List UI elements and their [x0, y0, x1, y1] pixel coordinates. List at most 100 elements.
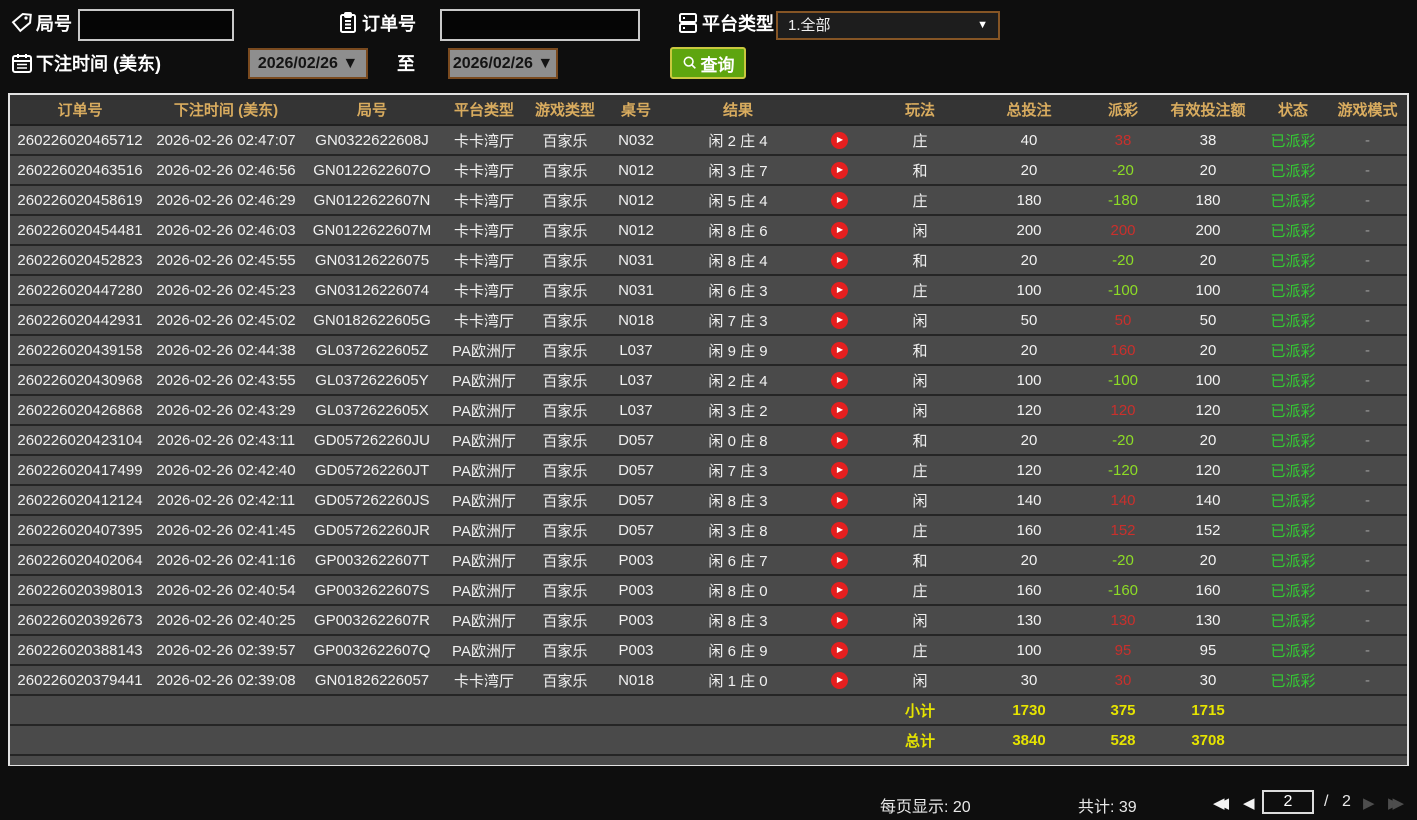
cell-status: 已派彩	[1258, 305, 1328, 336]
subtotal-valid-bet: 1715	[1158, 695, 1258, 726]
cell-status: 已派彩	[1258, 575, 1328, 606]
cell-game-mode: -	[1328, 365, 1407, 396]
page-total: 2	[1342, 793, 1351, 810]
play-icon[interactable]: ▶	[830, 521, 848, 539]
cell-play-type: 庄	[870, 125, 970, 156]
cell-play-type: 和	[870, 425, 970, 456]
col-platform: 平台类型	[442, 95, 526, 126]
col-replay	[808, 95, 870, 126]
next-page-button[interactable]: ▶	[1363, 794, 1375, 812]
cell-order-no: 260226020458619	[10, 185, 150, 216]
cell-platform: PA欧洲厅	[442, 635, 526, 666]
cell-payout: -20	[1088, 155, 1158, 186]
cell-payout: -100	[1088, 275, 1158, 306]
table-header-row: 订单号 下注时间 (美东) 局号 平台类型 游戏类型 桌号 结果 玩法 总投注 …	[10, 95, 1407, 126]
cell-game-type: 百家乐	[526, 665, 604, 696]
cell-play-type: 和	[870, 245, 970, 276]
col-game-type: 游戏类型	[526, 95, 604, 126]
cell-platform: 卡卡湾厅	[442, 185, 526, 216]
page-separator: /	[1324, 793, 1329, 810]
play-icon[interactable]: ▶	[830, 251, 848, 269]
order-no-input[interactable]	[440, 9, 640, 41]
play-icon[interactable]: ▶	[830, 341, 848, 359]
play-icon[interactable]: ▶	[830, 131, 848, 149]
cell-total-bet: 20	[970, 335, 1088, 366]
cell-platform: PA欧洲厅	[442, 575, 526, 606]
play-icon[interactable]: ▶	[830, 611, 848, 629]
cell-payout: 95	[1088, 635, 1158, 666]
platform-select[interactable]: 1.全部 ▼	[776, 11, 1000, 40]
cell-replay: ▶	[808, 575, 870, 606]
table-row: 260226020452823 2026-02-26 02:45:55 GN0312…	[10, 245, 1407, 276]
table-row: 260226020417499 2026-02-26 02:42:40 GD0572…	[10, 455, 1407, 486]
cell-game-type: 百家乐	[526, 635, 604, 666]
play-icon[interactable]: ▶	[830, 281, 848, 299]
play-icon[interactable]: ▶	[830, 371, 848, 389]
table-row: 260226020454481 2026-02-26 02:46:03 GN0122…	[10, 215, 1407, 246]
col-status: 状态	[1258, 95, 1328, 126]
cell-platform: PA欧洲厅	[442, 395, 526, 426]
play-icon[interactable]: ▶	[830, 461, 848, 479]
cell-play-type: 庄	[870, 275, 970, 306]
cell-total-bet: 120	[970, 395, 1088, 426]
query-button[interactable]: 查询	[670, 47, 746, 79]
cell-result: 闲 3 庄 8	[668, 515, 808, 546]
play-icon[interactable]: ▶	[830, 581, 848, 599]
first-page-button[interactable]: ◀◀	[1213, 794, 1229, 812]
play-icon[interactable]: ▶	[830, 551, 848, 569]
play-icon[interactable]: ▶	[830, 641, 848, 659]
cell-payout: 130	[1088, 605, 1158, 636]
col-valid-bet: 有效投注额	[1158, 95, 1258, 126]
cell-bet-time: 2026-02-26 02:39:57	[150, 635, 302, 666]
last-page-button[interactable]: ▶▶	[1388, 794, 1404, 812]
cell-bet-time: 2026-02-26 02:46:03	[150, 215, 302, 246]
cell-game-type: 百家乐	[526, 335, 604, 366]
bet-records-table: 订单号 下注时间 (美东) 局号 平台类型 游戏类型 桌号 结果 玩法 总投注 …	[8, 93, 1409, 766]
cell-game-mode: -	[1328, 335, 1407, 366]
cell-game-no: GN03126226074	[302, 275, 442, 306]
cell-order-no: 260226020388143	[10, 635, 150, 666]
date-from-select[interactable]: 2026/02/26 ▼	[248, 48, 368, 79]
cell-game-mode: -	[1328, 155, 1407, 186]
cell-result: 闲 2 庄 4	[668, 125, 808, 156]
game-no-input[interactable]	[78, 9, 234, 41]
cell-result: 闲 6 庄 9	[668, 635, 808, 666]
table-row: 260226020398013 2026-02-26 02:40:54 GP0032…	[10, 575, 1407, 606]
play-icon[interactable]: ▶	[830, 161, 848, 179]
col-game-no: 局号	[302, 95, 442, 126]
cell-platform: PA欧洲厅	[442, 425, 526, 456]
cell-replay: ▶	[808, 215, 870, 246]
table-row: 260226020407395 2026-02-26 02:41:45 GD0572…	[10, 515, 1407, 546]
play-icon[interactable]: ▶	[830, 431, 848, 449]
prev-page-button[interactable]: ◀	[1243, 794, 1255, 812]
play-icon[interactable]: ▶	[830, 221, 848, 239]
cell-valid-bet: 50	[1158, 305, 1258, 336]
play-icon[interactable]: ▶	[830, 311, 848, 329]
page-number-input[interactable]	[1262, 790, 1314, 814]
col-play-type: 玩法	[870, 95, 970, 126]
cell-bet-time: 2026-02-26 02:47:07	[150, 125, 302, 156]
play-icon[interactable]: ▶	[830, 671, 848, 689]
table-row: 260226020392673 2026-02-26 02:40:25 GP0032…	[10, 605, 1407, 636]
table-row: 260226020388143 2026-02-26 02:39:57 GP0032…	[10, 635, 1407, 666]
table-body: 260226020465712 2026-02-26 02:47:07 GN0322…	[10, 125, 1407, 756]
cell-replay: ▶	[808, 365, 870, 396]
table-row: 260226020412124 2026-02-26 02:42:11 GD0572…	[10, 485, 1407, 516]
calendar-icon	[10, 51, 34, 75]
cell-game-type: 百家乐	[526, 215, 604, 246]
col-result: 结果	[668, 95, 808, 126]
play-icon[interactable]: ▶	[830, 491, 848, 509]
bet-time-label: 下注时间 (美东)	[36, 54, 161, 74]
table-row: 260226020465712 2026-02-26 02:47:07 GN0322…	[10, 125, 1407, 156]
cell-valid-bet: 20	[1158, 245, 1258, 276]
play-icon[interactable]: ▶	[830, 401, 848, 419]
cell-bet-time: 2026-02-26 02:42:11	[150, 485, 302, 516]
cell-game-no: GD057262260JR	[302, 515, 442, 546]
cell-game-no: GD057262260JU	[302, 425, 442, 456]
platform-select-value: 1.全部	[788, 17, 831, 34]
play-icon[interactable]: ▶	[830, 191, 848, 209]
cell-game-mode: -	[1328, 485, 1407, 516]
date-to-select[interactable]: 2026/02/26 ▼	[448, 48, 558, 79]
cell-order-no: 260226020465712	[10, 125, 150, 156]
cell-bet-time: 2026-02-26 02:46:56	[150, 155, 302, 186]
